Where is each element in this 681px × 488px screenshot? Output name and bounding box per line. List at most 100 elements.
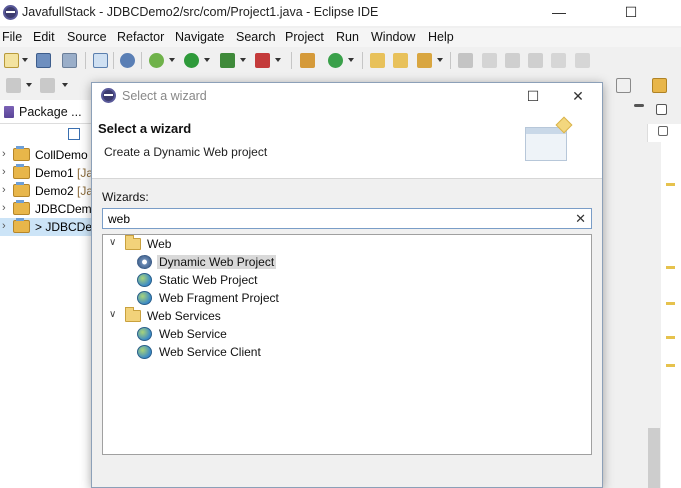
folder-icon [125, 307, 141, 322]
web-service-client-icon [137, 345, 152, 359]
search-toolbar-icon[interactable] [417, 53, 432, 68]
minimize-button[interactable]: — [536, 0, 582, 26]
external-tools-dropdown-icon[interactable] [275, 58, 281, 62]
collapse-chevron-icon[interactable]: ∨ [109, 237, 116, 248]
dialog-close-button[interactable]: ✕ [561, 85, 595, 107]
menu-bar: File Edit Source Refactor Navigate Searc… [0, 28, 681, 48]
project-item[interactable]: › CollDemo [0, 146, 92, 164]
new-class-dropdown-icon[interactable] [348, 58, 354, 62]
web-fragment-project-icon [137, 291, 152, 305]
tree-item-web-service-client[interactable]: Web Service Client [137, 343, 337, 361]
maximize-view-icon[interactable] [656, 104, 667, 115]
external-tools-icon[interactable] [255, 53, 270, 68]
toolbar-separator [113, 52, 114, 69]
annotation-marker[interactable] [666, 183, 675, 186]
wizard-filter-input[interactable] [108, 210, 558, 227]
show-whitespace-icon[interactable] [505, 53, 520, 68]
tree-item-web-service[interactable]: Web Service [137, 325, 337, 343]
project-name: CollDemo [35, 148, 88, 162]
project-icon [13, 146, 30, 161]
previous-annotation-dropdown-icon[interactable] [62, 83, 68, 87]
new-dropdown-icon[interactable] [22, 58, 28, 62]
coverage-icon[interactable] [220, 53, 235, 68]
web-service-icon [137, 327, 152, 341]
project-item[interactable]: › Demo2 [Jav [0, 182, 92, 200]
pilcrow-icon[interactable] [575, 53, 590, 68]
debug-dropdown-icon[interactable] [169, 58, 175, 62]
coverage-dropdown-icon[interactable] [240, 58, 246, 62]
annotation-marker[interactable] [666, 302, 675, 305]
search-dropdown-icon[interactable] [437, 58, 443, 62]
expand-chevron-icon[interactable]: › [2, 166, 6, 178]
skip-breakpoints-icon[interactable] [120, 53, 135, 68]
previous-annotation-icon[interactable] [40, 78, 55, 93]
next-annotation-icon[interactable] [6, 78, 21, 93]
project-name: Demo1 [35, 166, 74, 180]
new-icon[interactable] [4, 53, 19, 68]
package-explorer-tab[interactable]: Package ... [0, 100, 92, 124]
expand-chevron-icon[interactable]: › [2, 148, 6, 160]
annotation-marker[interactable] [666, 266, 675, 269]
expand-chevron-icon[interactable]: › [2, 202, 6, 214]
minimize-view-icon[interactable] [634, 104, 644, 107]
tree-item-dynamic-web-project[interactable]: Dynamic Web Project [137, 253, 337, 271]
project-item[interactable]: › JDBCDemo [0, 200, 92, 218]
static-web-project-icon [137, 273, 152, 287]
collapse-all-icon[interactable] [68, 128, 80, 140]
format-icon[interactable] [528, 53, 543, 68]
open-perspective-icon[interactable] [616, 78, 631, 93]
expand-chevron-icon[interactable]: › [2, 184, 6, 196]
folder-icon [125, 235, 141, 250]
open-task-icon[interactable] [393, 53, 408, 68]
next-annotation-dropdown-icon[interactable] [26, 83, 32, 87]
menu-refactor[interactable]: Refactor [117, 30, 164, 44]
save-icon[interactable] [36, 53, 51, 68]
clear-filter-icon[interactable]: ✕ [575, 211, 586, 227]
menu-window[interactable]: Window [371, 30, 415, 44]
dialog-titlebar: Select a wizard ☐ ✕ [92, 83, 602, 109]
header-title: Select a wizard [98, 121, 192, 136]
dynamic-web-project-icon [137, 255, 152, 269]
java-ee-perspective-icon[interactable] [652, 78, 667, 93]
tree-item-web-fragment-project[interactable]: Web Fragment Project [137, 289, 337, 307]
project-name: Demo2 [35, 184, 74, 198]
run-dropdown-icon[interactable] [204, 58, 210, 62]
collapse-chevron-icon[interactable]: ∨ [109, 309, 116, 320]
restore-view-icon[interactable] [658, 126, 668, 136]
eclipse-logo-icon [101, 88, 116, 103]
menu-run[interactable]: Run [336, 30, 359, 44]
new-java-package-icon[interactable] [300, 53, 315, 68]
toggle-block-selection-icon[interactable] [482, 53, 497, 68]
new-java-class-icon[interactable] [328, 53, 343, 68]
project-item[interactable]: › Demo1 [Jav [0, 164, 92, 182]
menu-help[interactable]: Help [428, 30, 454, 44]
wizard-filter-field[interactable]: ✕ [102, 208, 592, 229]
close-window-button[interactable] [648, 0, 681, 26]
menu-source[interactable]: Source [67, 30, 107, 44]
toolbar-separator [141, 52, 142, 69]
tree-category-label: Web [147, 237, 172, 251]
tree-category-web[interactable]: ∨ Web [109, 235, 309, 253]
tree-item-static-web-project[interactable]: Static Web Project [137, 271, 337, 289]
toggle-mark-occurrences-icon[interactable] [458, 53, 473, 68]
tree-category-web-services[interactable]: ∨ Web Services [109, 307, 309, 325]
annotation-marker[interactable] [666, 336, 675, 339]
expand-chevron-icon[interactable]: › [2, 220, 6, 232]
word-wrap-icon[interactable] [551, 53, 566, 68]
dialog-maximize-button[interactable]: ☐ [516, 85, 550, 107]
project-item-selected[interactable]: › > JDBCDem [0, 218, 92, 236]
scrollbar-thumb[interactable] [648, 428, 660, 488]
terminal-icon[interactable] [93, 53, 108, 68]
menu-navigate[interactable]: Navigate [175, 30, 224, 44]
menu-project[interactable]: Project [285, 30, 324, 44]
window-titlebar: JavafullStack - JDBCDemo2/src/com/Projec… [0, 0, 681, 26]
open-type-icon[interactable] [370, 53, 385, 68]
run-icon[interactable] [184, 53, 199, 68]
menu-file[interactable]: File [2, 30, 22, 44]
menu-edit[interactable]: Edit [33, 30, 55, 44]
menu-search[interactable]: Search [236, 30, 276, 44]
project-icon [13, 200, 30, 215]
save-all-icon[interactable] [62, 53, 77, 68]
debug-icon[interactable] [149, 53, 164, 68]
annotation-marker[interactable] [666, 364, 675, 367]
